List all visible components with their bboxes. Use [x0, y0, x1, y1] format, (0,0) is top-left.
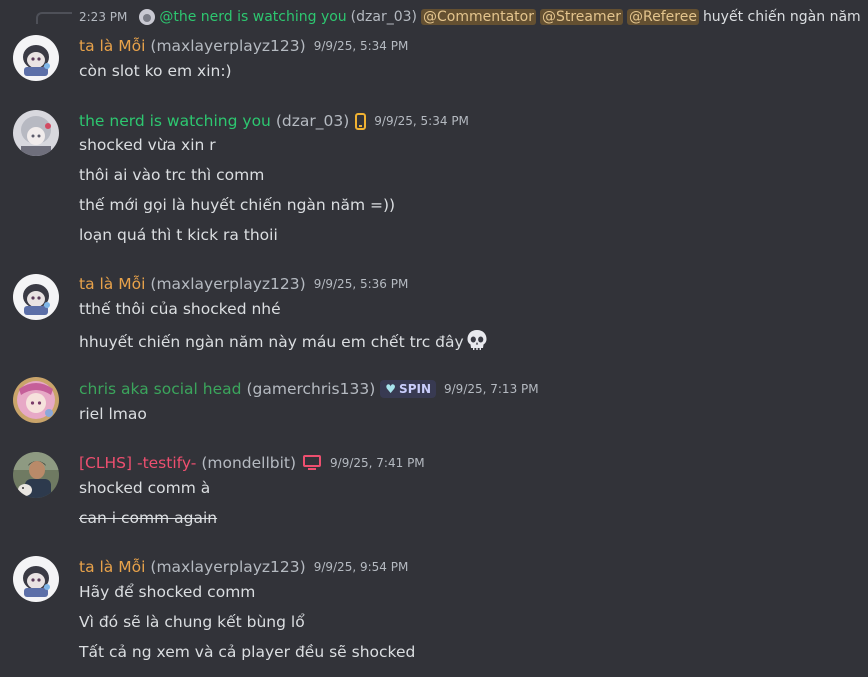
avatar[interactable]	[13, 274, 59, 320]
author-handle: (maxlayerplayz123)	[150, 37, 306, 55]
author-name[interactable]: the nerd is watching you	[79, 112, 271, 130]
mention-role-streamer[interactable]: @Streamer	[539, 9, 623, 25]
message-timestamp[interactable]: 9/9/25, 9:54 PM	[314, 560, 409, 574]
author-name[interactable]: chris aka social head	[79, 380, 241, 398]
message-header: the nerd is watching you (dzar_03) 9/9/2…	[79, 110, 469, 132]
avatar[interactable]	[13, 556, 59, 602]
message-header: ta là Mỗi (maxlayerplayz123) 9/9/25, 5:3…	[79, 273, 408, 295]
reply-author-name[interactable]: @the nerd is watching you	[159, 9, 346, 25]
guild-tag-badge[interactable]: ♥ SPIN	[380, 380, 436, 398]
mention-role-referee[interactable]: @Referee	[627, 9, 699, 25]
message-text: Vì đó sẽ là chung kết bùng lổ	[79, 613, 305, 631]
message-text: hhuyết chiến ngàn năm này máu em chết tr…	[79, 333, 464, 351]
reply-connector-line	[36, 12, 72, 24]
author-handle: (maxlayerplayz123)	[150, 558, 306, 576]
mention-role-commentator[interactable]: @Commentator	[420, 9, 536, 25]
chat-message-list: 2:23 PM @the nerd is watching you (dzar_…	[0, 0, 868, 677]
avatar[interactable]	[13, 110, 59, 156]
message-text: thế mới gọi là huyết chiến ngàn năm =))	[79, 196, 396, 214]
message-header: ta là Mỗi (maxlayerplayz123) 9/9/25, 5:3…	[79, 35, 408, 57]
avatar[interactable]	[13, 452, 59, 498]
reply-preview[interactable]: 2:23 PM @the nerd is watching you (dzar_…	[79, 6, 861, 28]
message-text: riel lmao	[79, 405, 147, 423]
guild-tag-label: SPIN	[399, 382, 431, 396]
message-text: Hãy để shocked comm	[79, 583, 256, 601]
mobile-phone-icon	[355, 112, 367, 130]
message-header: [CLHS] -testify- (mondellbit) 9/9/25, 7:…	[79, 452, 425, 474]
message-text: còn slot ko em xin:)	[79, 62, 232, 80]
message-text: Tất cả ng xem và cả player đều sẽ shocke…	[79, 643, 416, 661]
message-timestamp[interactable]: 9/9/25, 5:36 PM	[314, 277, 409, 291]
message-timestamp[interactable]: 9/9/25, 7:41 PM	[330, 456, 425, 470]
avatar[interactable]	[13, 35, 59, 81]
reply-text: huyết chiến ngàn năm	[702, 9, 861, 25]
reply-avatar[interactable]	[139, 9, 156, 25]
message-text-strikethrough: can i comm again	[79, 509, 218, 527]
message-timestamp[interactable]: 9/9/25, 5:34 PM	[314, 39, 409, 53]
avatar[interactable]	[13, 377, 59, 423]
message-text-with-emoji: hhuyết chiến ngàn năm này máu em chết tr…	[79, 328, 489, 351]
message-header: chris aka social head (gamerchris133) ♥ …	[79, 378, 539, 400]
monitor-icon	[302, 454, 322, 472]
message-timestamp[interactable]: 9/9/25, 5:34 PM	[374, 114, 469, 128]
author-name[interactable]: ta là Mỗi	[79, 558, 145, 576]
message-header: ta là Mỗi (maxlayerplayz123) 9/9/25, 9:5…	[79, 556, 408, 578]
heart-icon: ♥	[385, 382, 397, 396]
author-name[interactable]: ta là Mỗi	[79, 275, 145, 293]
message-text: loạn quá thì t kick ra thoii	[79, 226, 278, 244]
message-timestamp[interactable]: 9/9/25, 7:13 PM	[444, 382, 539, 396]
reply-author-handle: (dzar_03)	[350, 9, 417, 25]
author-handle: (maxlayerplayz123)	[150, 275, 306, 293]
message-text: tthế thôi của shocked nhé	[79, 300, 281, 318]
reply-timestamp: 2:23 PM	[79, 10, 128, 24]
author-name[interactable]: [CLHS] -testify-	[79, 454, 196, 472]
message-text: shocked vừa xin r	[79, 136, 216, 154]
message-text: thôi ai vào trc thì comm	[79, 166, 265, 184]
author-handle: (dzar_03)	[275, 112, 350, 130]
author-handle: (mondellbit)	[201, 454, 297, 472]
author-handle: (gamerchris133)	[246, 380, 376, 398]
skull-emoji	[467, 330, 487, 350]
message-text: shocked comm à	[79, 479, 211, 497]
author-name[interactable]: ta là Mỗi	[79, 37, 145, 55]
